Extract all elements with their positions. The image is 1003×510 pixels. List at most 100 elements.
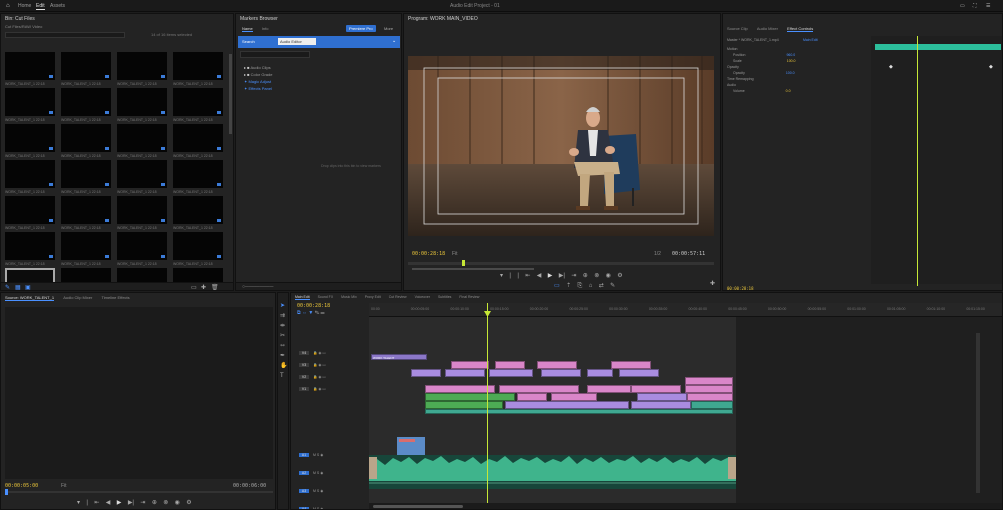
zoom-slider[interactable]: ○──────── [242, 284, 273, 290]
video-clip[interactable] [411, 369, 441, 377]
selection-tool-icon[interactable]: ➤ [280, 301, 287, 311]
tree-item-effects-panel[interactable]: ✦ Effects Panel [244, 85, 272, 92]
timeline-tab[interactable]: Voiceover [415, 295, 430, 299]
program-scrubber[interactable] [408, 262, 714, 265]
track-controls-icon[interactable]: 🔒 ◉ ▭ [313, 375, 326, 379]
track-target-toggle[interactable]: V1 [299, 387, 309, 391]
source-timecode-in[interactable]: 00:00:05:00 [5, 483, 38, 489]
track-target-toggle[interactable]: V2 [299, 375, 309, 379]
vertical-scrollbar[interactable] [976, 333, 980, 493]
go-to-in-icon[interactable]: ⇤ [94, 499, 99, 506]
video-track-header[interactable]: V3 🔒 ◉ ▭ [299, 363, 363, 372]
new-bin-icon[interactable]: ▭ [191, 284, 197, 290]
audio-track-header[interactable]: A1 M S ◉ [299, 453, 363, 462]
video-clip[interactable] [445, 369, 485, 377]
quick-export-icon[interactable]: ▭ [960, 3, 965, 9]
step-back-icon[interactable]: ⇤ [525, 272, 530, 279]
comparison-view-icon[interactable]: ▭ [554, 282, 560, 289]
video-clip[interactable] [587, 369, 613, 377]
play-icon[interactable]: ▶ [117, 499, 122, 506]
video-clip[interactable] [451, 361, 489, 369]
tree-item-color-grade[interactable]: ▸ ■ Color Grade [244, 71, 272, 78]
tab-source-clip[interactable]: Source Clip [727, 26, 748, 31]
tab-source[interactable]: Source: WORK_TALENT_1 [5, 295, 55, 301]
video-clip[interactable] [631, 401, 691, 409]
insert-icon[interactable]: ⊕ [583, 272, 588, 279]
marker-icon[interactable]: ▼ [308, 310, 313, 316]
markers-search-input[interactable] [240, 51, 310, 58]
rewind-icon[interactable]: ◀ [537, 272, 542, 279]
source-playhead[interactable] [5, 489, 8, 495]
mark-in-icon[interactable]: ▾ [500, 272, 503, 279]
clip-thumbnail[interactable] [5, 196, 55, 224]
audio-waveform[interactable] [369, 453, 736, 489]
extract-icon[interactable]: ⎘ [577, 283, 582, 290]
clip-thumbnail[interactable] [173, 160, 223, 188]
pen-tool-icon[interactable]: ✒ [280, 351, 287, 361]
camera-icon[interactable]: ⌂ [589, 283, 593, 289]
mark-out-icon[interactable]: | [509, 273, 511, 279]
premiere-pro-button[interactable]: Premiere Pro [346, 25, 376, 32]
timeline-timecode[interactable]: 00:00:28:18 [297, 303, 330, 309]
timeline-tab[interactable]: Main Edit [295, 295, 310, 300]
audio-track-header[interactable]: A2 M S ◉ [299, 471, 363, 480]
clip-thumbnail[interactable] [61, 160, 111, 188]
track-target-toggle[interactable]: V4 [299, 351, 309, 355]
timeline-tab[interactable]: Subtitles [438, 295, 451, 299]
go-to-out-icon[interactable]: ⇥ [571, 272, 576, 279]
effect-playhead[interactable] [917, 36, 918, 286]
video-clip[interactable] [691, 401, 733, 409]
snap-icon[interactable]: ⧉ [297, 310, 301, 316]
track-target-toggle[interactable]: A2 [299, 471, 309, 475]
audio-track-header[interactable]: A3 M S ◉ [299, 489, 363, 498]
timeline-tab[interactable]: Sound FX [318, 295, 334, 299]
timeline-tab[interactable]: Proxy Edit [365, 295, 381, 299]
step-forward-icon[interactable]: ▶| [559, 272, 565, 279]
clip-thumbnail[interactable] [117, 232, 167, 260]
scrollbar-thumb[interactable] [373, 505, 463, 508]
timeline-tab[interactable]: Music Mix [341, 295, 357, 299]
export-frame-icon[interactable]: ◉ [606, 272, 611, 279]
icon-view-icon[interactable]: ▦ [15, 284, 21, 290]
clip-thumbnail[interactable] [173, 232, 223, 260]
more-menu[interactable]: More [384, 26, 393, 31]
param-volume[interactable]: Volume 0.0 [727, 88, 867, 94]
effect-clip-bar[interactable] [875, 44, 1001, 50]
clip-thumbnail[interactable] [5, 160, 55, 188]
tree-item-magic-adjust[interactable]: ✦ Magic Adjust [244, 78, 272, 85]
fullscreen-icon[interactable]: ⛶ [973, 3, 977, 9]
effect-timeline[interactable] [871, 36, 1002, 284]
captions-icon[interactable]: ▭ [321, 310, 325, 316]
tab-audio-clip-mixer[interactable]: Audio Clip Mixer [63, 295, 92, 300]
track-controls-icon[interactable]: M S ◉ [313, 453, 323, 457]
keyframe-icon[interactable]: ◆ [989, 64, 993, 70]
video-clip[interactable] [499, 385, 579, 393]
workspace-tab-edit[interactable]: Edit [36, 3, 45, 10]
settings-icon[interactable]: ⚙ [186, 499, 191, 506]
video-clip[interactable] [425, 393, 515, 401]
tab-effect-controls[interactable]: Effect Controls [787, 26, 814, 32]
hand-tool-icon[interactable]: ✋ [280, 361, 287, 371]
insert-icon[interactable]: ⊕ [152, 499, 157, 506]
step-forward-icon[interactable]: ▶| [128, 499, 134, 506]
video-clip[interactable] [631, 385, 681, 393]
clip-thumbnail[interactable] [117, 160, 167, 188]
video-clip[interactable] [587, 385, 631, 393]
video-clip[interactable] [517, 393, 547, 401]
track-controls-icon[interactable]: 🔒 ◉ ▭ [313, 351, 326, 355]
video-clip[interactable] [537, 361, 577, 369]
clip-thumbnail[interactable] [5, 232, 55, 260]
source-scrubber[interactable] [5, 491, 273, 493]
video-clip[interactable] [505, 401, 629, 409]
video-clip[interactable] [687, 393, 733, 401]
sequence-label[interactable]: Main Edit [803, 38, 818, 42]
program-zoom-select[interactable]: Fit [452, 251, 458, 257]
tree-item-audio-clips[interactable]: ▸ ■ Audio Clips [244, 64, 272, 71]
slip-tool-icon[interactable]: ⇿ [280, 341, 287, 351]
video-track-header[interactable]: V4 🔒 ◉ ▭ [299, 351, 363, 360]
timeline-scrollbar[interactable] [369, 503, 1002, 509]
delete-icon[interactable]: 🗑 [211, 284, 219, 290]
clip-thumbnail[interactable] [5, 52, 55, 80]
program-resolution-select[interactable]: 1/2 [654, 251, 661, 257]
timeline-playhead[interactable] [487, 303, 488, 503]
